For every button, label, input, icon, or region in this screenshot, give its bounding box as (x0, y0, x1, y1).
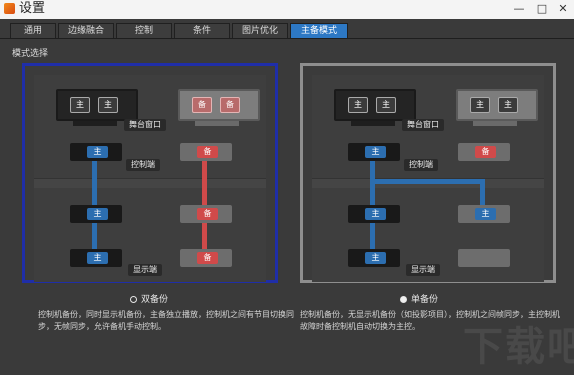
section-title: 模式选择 (12, 49, 49, 59)
app-icon (4, 3, 15, 14)
tab-general[interactable]: 通用 (10, 23, 56, 38)
maximize-button[interactable]: □ (532, 0, 552, 18)
tab-control[interactable]: 控制 (116, 23, 172, 38)
monitor-main-tile: 主 (376, 97, 396, 113)
dual-backup-description: 控制机备份，同时显示机备份，主备独立播放，控制机之间有节目切换同步，无帧同步，允… (38, 310, 294, 331)
monitor-main-tile: 主 (470, 97, 490, 113)
monitor-main-tile: 主 (498, 97, 518, 113)
backup-chip: 备 (475, 146, 496, 158)
secondary-monitor: 主 主 (456, 89, 538, 121)
dual-backup-option[interactable]: 双备份 (130, 292, 168, 305)
monitor-stand (351, 121, 395, 126)
monitor-main-tile: 主 (70, 97, 90, 113)
main-chip: 主 (365, 252, 386, 264)
control-side-label: 控制端 (126, 159, 160, 171)
backup-link-line (202, 153, 207, 253)
single-backup-radio[interactable] (400, 296, 407, 303)
main-chip: 主 (365, 208, 386, 220)
backup-display-device: 备 (180, 205, 232, 223)
main-display-device: 主 (348, 249, 400, 267)
main-link-line (370, 153, 375, 253)
single-backup-card[interactable]: 主 主 主 主 舞台窗口 主 备 控制端 主 主 主 显示端 (300, 63, 556, 283)
main-monitor: 主 主 (56, 89, 138, 121)
monitor-main-tile: 主 (348, 97, 368, 113)
dual-backup-label: 双备份 (141, 295, 169, 305)
display-device: 主 (458, 205, 510, 223)
tab-edge-blending[interactable]: 边缘融合 (58, 23, 114, 38)
monitor-stand (73, 121, 117, 126)
control-side-label: 控制端 (404, 159, 438, 171)
main-chip: 主 (475, 208, 496, 220)
dual-backup-card[interactable]: 主 主 备 备 舞台窗口 主 备 控制端 主 备 主 备 显示端 (22, 63, 278, 283)
main-chip: 主 (365, 146, 386, 158)
main-display-device: 主 (70, 205, 122, 223)
main-link-line (92, 153, 97, 253)
main-control-device: 主 (70, 143, 122, 161)
single-backup-diagram: 主 主 主 主 舞台窗口 主 备 控制端 主 主 主 显示端 (312, 75, 544, 282)
backup-control-device: 备 (180, 143, 232, 161)
single-backup-option[interactable]: 单备份 (400, 292, 438, 305)
main-chip: 主 (87, 208, 108, 220)
monitor-backup-tile: 备 (220, 97, 240, 113)
monitor-stand (195, 121, 239, 126)
main-display-device: 主 (70, 249, 122, 267)
main-chip: 主 (87, 252, 108, 264)
backup-display-device: 备 (180, 249, 232, 267)
main-display-device: 主 (348, 205, 400, 223)
dual-backup-diagram: 主 主 备 备 舞台窗口 主 备 控制端 主 备 主 备 显示端 (34, 75, 266, 282)
tab-image-optimization[interactable]: 图片优化 (232, 23, 288, 38)
main-control-device: 主 (348, 143, 400, 161)
backup-control-device: 备 (458, 143, 510, 161)
main-chip: 主 (87, 146, 108, 158)
close-button[interactable]: ✕ (553, 0, 573, 18)
window-title: 设置 (19, 1, 46, 16)
sync-link-line (370, 179, 485, 184)
watermark: 下载吧 (463, 324, 574, 370)
stage-window-label: 舞台窗口 (124, 119, 166, 131)
tab-conditions[interactable]: 条件 (174, 23, 230, 38)
single-backup-label: 单备份 (411, 295, 439, 305)
main-monitor: 主 主 (334, 89, 416, 121)
tab-bar: 通用 边缘融合 控制 条件 图片优化 主备模式 (0, 22, 574, 39)
dual-backup-radio[interactable] (130, 296, 137, 303)
display-device (458, 249, 510, 267)
backup-chip: 备 (197, 252, 218, 264)
display-side-label: 显示端 (406, 264, 440, 276)
backup-monitor: 备 备 (178, 89, 260, 121)
stage-window-label: 舞台窗口 (402, 119, 444, 131)
monitor-stand (473, 121, 517, 126)
monitor-main-tile: 主 (98, 97, 118, 113)
minimize-button[interactable]: — (509, 0, 529, 18)
display-side-label: 显示端 (128, 264, 162, 276)
tab-main-backup-mode[interactable]: 主备模式 (290, 23, 348, 38)
backup-chip: 备 (197, 208, 218, 220)
monitor-backup-tile: 备 (192, 97, 212, 113)
backup-chip: 备 (197, 146, 218, 158)
title-bar: 设置 — □ ✕ (0, 0, 574, 19)
